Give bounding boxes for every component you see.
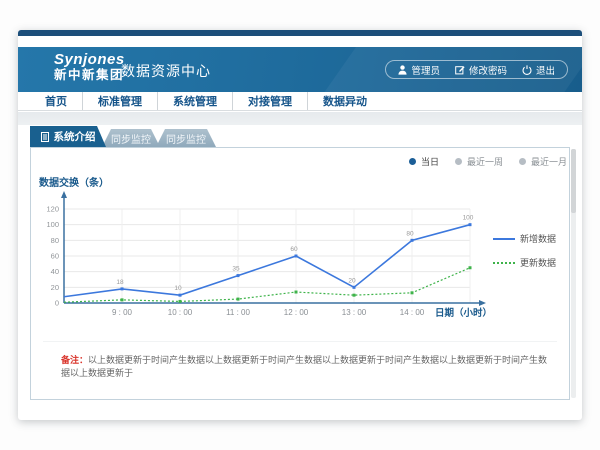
svg-text:0: 0: [55, 299, 59, 308]
svg-text:40: 40: [51, 267, 59, 276]
svg-text:12 : 00: 12 : 00: [284, 308, 309, 317]
footnote-label: 备注：: [61, 355, 88, 365]
legend-item-1[interactable]: 更新数据: [493, 256, 556, 269]
document-icon: [41, 132, 49, 142]
svg-text:80: 80: [406, 230, 414, 237]
svg-text:100: 100: [463, 215, 474, 222]
svg-text:13 : 00: 13 : 00: [342, 308, 367, 317]
svg-text:35: 35: [232, 266, 240, 273]
user-icon: [398, 65, 407, 75]
tab-label: 同步监控: [166, 131, 206, 146]
tab-0[interactable]: 系统介绍: [30, 126, 106, 147]
svg-text:20: 20: [51, 283, 59, 292]
svg-text:日期（小时）: 日期（小时）: [435, 307, 492, 319]
current-user-label: 管理员: [411, 63, 440, 77]
svg-text:60: 60: [51, 252, 59, 261]
legend-line-sample: [493, 262, 515, 264]
tab-2[interactable]: 同步监控: [156, 129, 216, 147]
nav-item-3[interactable]: 对接管理: [232, 92, 307, 110]
period-option-label: 最近一周: [467, 155, 503, 168]
company-logo: Synjones 新中新集团: [54, 51, 125, 83]
period-option-1[interactable]: 最近一周: [455, 155, 503, 168]
legend-line-sample: [493, 238, 515, 240]
svg-text:14 : 00: 14 : 00: [400, 308, 425, 317]
svg-text:9 : 00: 9 : 00: [112, 308, 133, 317]
tab-1[interactable]: 同步监控: [102, 129, 160, 147]
svg-text:11 : 00: 11 : 00: [226, 308, 250, 317]
top-accent-bar: [18, 30, 582, 36]
app-header: Synjones 新中新集团 数据资源中心 管理员 修改密码: [18, 47, 582, 92]
legend-label: 更新数据: [520, 256, 556, 269]
svg-text:80: 80: [51, 236, 59, 245]
content-panel: 当日最近一周最近一月 数据交换（条） 0204060801001209 : 00…: [30, 147, 570, 400]
page: Synjones 新中新集团 数据资源中心 管理员 修改密码: [0, 0, 600, 450]
change-password-button[interactable]: 修改密码: [455, 63, 507, 77]
nav-item-2[interactable]: 系统管理: [157, 92, 232, 110]
logo-text-en: Synjones: [54, 51, 125, 68]
period-option-0[interactable]: 当日: [409, 155, 439, 168]
logout-button[interactable]: 退出: [522, 63, 555, 77]
footnote-text: 以上数据更新于时间产生数据以上数据更新于时间产生数据以上数据更新于时间产生数据以…: [61, 355, 547, 378]
period-filter: 当日 最近一周 最近一月: [409, 155, 567, 168]
radio-dot-icon: [455, 158, 462, 165]
legend-item-0[interactable]: 新增数据: [493, 232, 556, 245]
note-divider: [43, 341, 557, 342]
footnote: 备注：以上数据更新于时间产生数据以上数据更新于时间产生数据以上数据更新于时间产生…: [61, 354, 551, 379]
radio-dot-icon: [519, 158, 526, 165]
tab-label: 系统介绍: [54, 129, 96, 144]
tab-label: 同步监控: [111, 131, 151, 146]
svg-text:120: 120: [46, 205, 59, 214]
app-window: Synjones 新中新集团 数据资源中心 管理员 修改密码: [18, 30, 582, 420]
svg-text:100: 100: [46, 220, 59, 229]
nav-item-4[interactable]: 数据异动: [307, 92, 382, 110]
period-option-label: 最近一月: [531, 155, 567, 168]
change-password-label: 修改密码: [469, 63, 507, 77]
svg-text:60: 60: [290, 246, 298, 253]
current-user-button[interactable]: 管理员: [398, 63, 440, 77]
period-option-label: 当日: [421, 155, 439, 168]
chart-legend: 新增数据更新数据: [493, 232, 556, 269]
power-icon: [522, 65, 532, 75]
panel-scrollbar[interactable]: [571, 149, 576, 398]
logo-text-cn: 新中新集团: [54, 68, 125, 82]
line-chart: 0 20 40 60 80 100 120 9 : 00 10 : 00 11 : 00 12 : …: [36, 186, 496, 331]
legend-label: 新增数据: [520, 232, 556, 245]
user-toolbar: 管理员 修改密码 退出: [385, 60, 568, 79]
page-title: 数据资源中心: [121, 61, 211, 81]
nav-item-0[interactable]: 首页: [30, 92, 82, 110]
svg-text:10 : 00: 10 : 00: [168, 308, 193, 317]
edit-icon: [455, 65, 465, 75]
period-option-2[interactable]: 最近一月: [519, 155, 567, 168]
logout-label: 退出: [536, 63, 555, 77]
svg-text:18: 18: [116, 279, 124, 286]
scrollbar-thumb[interactable]: [571, 149, 576, 213]
header-content-divider: [18, 112, 582, 125]
radio-dot-icon: [409, 158, 416, 165]
nav-menu: 首页标准管理系统管理对接管理数据异动: [18, 92, 582, 111]
nav-item-1[interactable]: 标准管理: [82, 92, 157, 110]
svg-text:20: 20: [348, 277, 356, 284]
svg-text:10: 10: [174, 285, 182, 292]
